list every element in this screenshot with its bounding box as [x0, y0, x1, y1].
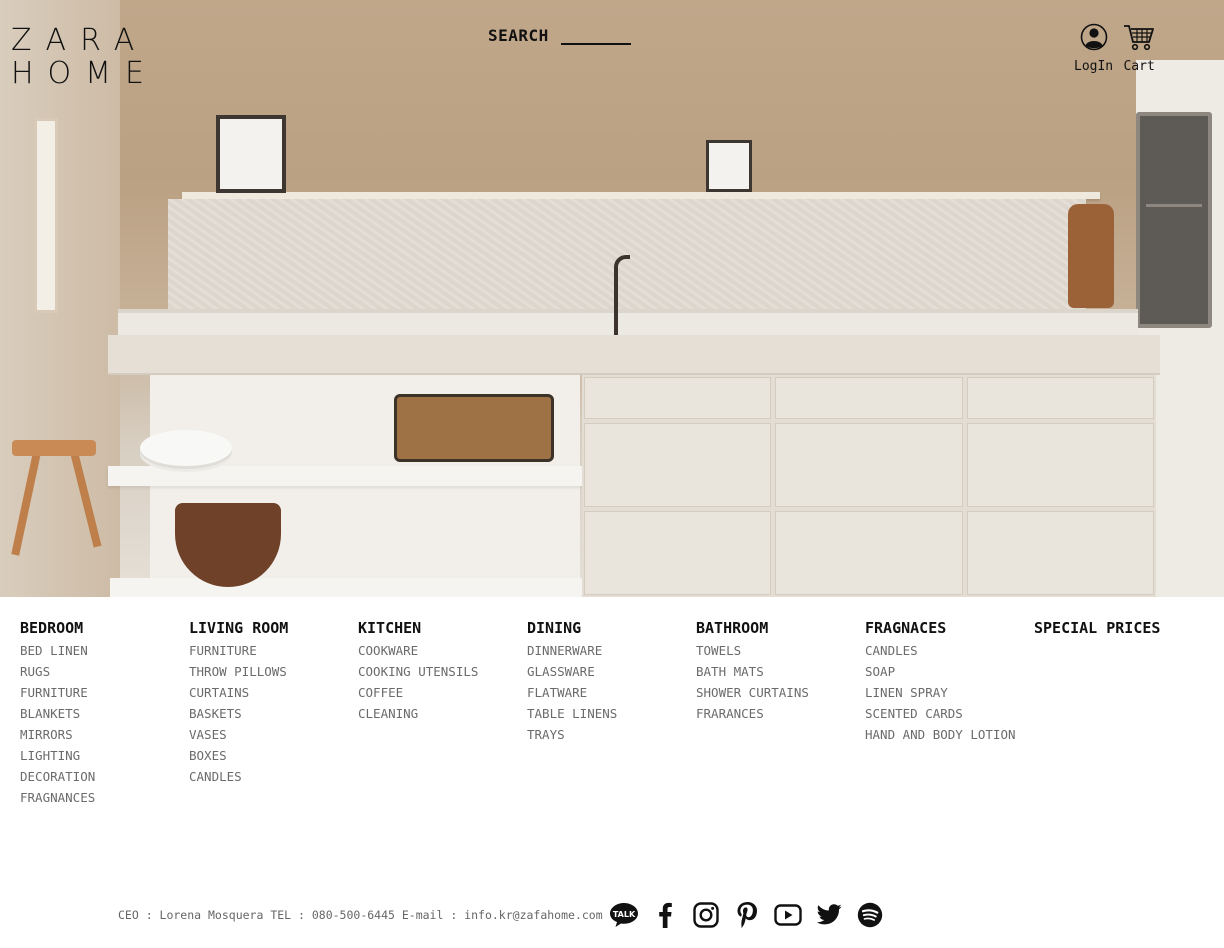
menu-category-title[interactable]: FRAGNACES: [865, 618, 1034, 638]
menu-category-title[interactable]: KITCHEN: [358, 618, 527, 638]
menu-subcategory-link[interactable]: DECORATION: [20, 766, 189, 787]
menu-subcategory-link[interactable]: THROW PILLOWS: [189, 661, 358, 682]
menu-column: LIVING ROOM FURNITURE THROW PILLOWS CURTAIN…: [189, 618, 358, 808]
menu-column: DINING DINNERWARE GLASSWARE FLATWARE TABLE L…: [527, 618, 696, 808]
menu-subcategory-link[interactable]: TOWELS: [696, 640, 865, 661]
logo-line-2: HOME: [11, 56, 159, 91]
logo-line-1: ZARA: [11, 23, 149, 58]
cart-icon: [1123, 22, 1155, 56]
menu-subcategory-link[interactable]: RUGS: [20, 661, 189, 682]
footer: CEO : Lorena Mosquera TEL : 080-500-6445…: [118, 900, 885, 930]
pinterest-icon[interactable]: [732, 900, 762, 930]
menu-subcategory-link[interactable]: SOAP: [865, 661, 1034, 682]
category-menu: BEDROOM BED LINEN RUGS FURNITURE BLANKETS MIR…: [20, 618, 1203, 808]
menu-subcategory-link[interactable]: COFFEE: [358, 682, 527, 703]
hero-cabinet-doors: [582, 375, 1156, 597]
kakaotalk-icon[interactable]: TALK: [609, 900, 639, 930]
menu-subcategory-link[interactable]: CANDLES: [865, 640, 1034, 661]
menu-subcategory-link[interactable]: CURTAINS: [189, 682, 358, 703]
menu-column: BEDROOM BED LINEN RUGS FURNITURE BLANKETS MIR…: [20, 618, 189, 808]
menu-column: FRAGNACES CANDLES SOAP LINEN SPRAY SCENTED C…: [865, 618, 1034, 808]
menu-subcategory-link[interactable]: LIGHTING: [20, 745, 189, 766]
menu-subcategory-link[interactable]: SCENTED CARDS: [865, 703, 1034, 724]
menu-subcategory-link[interactable]: FLATWARE: [527, 682, 696, 703]
cart-label: Cart: [1123, 59, 1155, 74]
menu-subcategory-link[interactable]: FRAGNANCES: [20, 787, 189, 808]
social-links: TALK: [609, 900, 885, 930]
search-label: SEARCH: [488, 26, 549, 45]
menu-subcategory-link[interactable]: LINEN SPRAY: [865, 682, 1034, 703]
svg-text:TALK: TALK: [612, 910, 635, 919]
user-icon: [1080, 22, 1108, 56]
menu-category-title[interactable]: DINING: [527, 618, 696, 638]
menu-subcategory-link[interactable]: CLEANING: [358, 703, 527, 724]
menu-subcategory-link[interactable]: TABLE LINENS: [527, 703, 696, 724]
menu-column: KITCHEN COOKWARE COOKING UTENSILS COFFEE CLE…: [358, 618, 527, 808]
menu-subcategory-link[interactable]: DINNERWARE: [527, 640, 696, 661]
menu-column: BATHROOM TOWELS BATH MATS SHOWER CURTAINS FR…: [696, 618, 865, 808]
menu-subcategory-link[interactable]: FRARANCES: [696, 703, 865, 724]
youtube-icon[interactable]: [773, 900, 803, 930]
cart-button[interactable]: Cart: [1123, 22, 1155, 74]
hero-island-top: [108, 335, 1160, 375]
footer-contact-info: CEO : Lorena Mosquera TEL : 080-500-6445…: [118, 908, 603, 922]
menu-category-title[interactable]: LIVING ROOM: [189, 618, 358, 638]
menu-subcategory-link[interactable]: COOKWARE: [358, 640, 527, 661]
menu-subcategory-link[interactable]: TRAYS: [527, 724, 696, 745]
login-button[interactable]: LogIn: [1074, 22, 1113, 74]
menu-category-title[interactable]: SPECIAL PRICES: [1034, 618, 1203, 638]
hero-cutting-board: [394, 394, 554, 462]
hero-oven: [1136, 112, 1212, 328]
menu-subcategory-link[interactable]: COOKING UTENSILS: [358, 661, 527, 682]
menu-subcategory-link[interactable]: BATH MATS: [696, 661, 865, 682]
menu-subcategory-link[interactable]: FURNITURE: [20, 682, 189, 703]
menu-subcategory-link[interactable]: GLASSWARE: [527, 661, 696, 682]
menu-subcategory-link[interactable]: BOXES: [189, 745, 358, 766]
search-bar: SEARCH: [488, 25, 631, 45]
menu-subcategory-link[interactable]: FURNITURE: [189, 640, 358, 661]
header-actions: LogIn Cart: [1074, 22, 1155, 74]
hero-cutting-board: [1068, 204, 1114, 308]
menu-category-title[interactable]: BATHROOM: [696, 618, 865, 638]
hero-frame: [706, 140, 752, 192]
menu-column: SPECIAL PRICES: [1034, 618, 1203, 808]
hero-island-base: [110, 578, 582, 597]
menu-subcategory-link[interactable]: BASKETS: [189, 703, 358, 724]
menu-subcategory-link[interactable]: MIRRORS: [20, 724, 189, 745]
brand-logo[interactable]: ZARA HOME: [11, 24, 156, 90]
login-label: LogIn: [1074, 59, 1114, 74]
hero-stool: [11, 440, 102, 556]
menu-subcategory-link[interactable]: CANDLES: [189, 766, 358, 787]
hero-window: [34, 118, 58, 313]
hero-island-shelf: [108, 466, 582, 486]
menu-subcategory-link[interactable]: BED LINEN: [20, 640, 189, 661]
spotify-icon[interactable]: [855, 900, 885, 930]
hero-frame: [216, 115, 286, 193]
menu-category-title[interactable]: BEDROOM: [20, 618, 189, 638]
menu-subcategory-link[interactable]: HAND AND BODY LOTION: [865, 724, 1034, 745]
twitter-icon[interactable]: [814, 900, 844, 930]
instagram-icon[interactable]: [691, 900, 721, 930]
search-input[interactable]: [560, 25, 631, 45]
menu-subcategory-link[interactable]: BLANKETS: [20, 703, 189, 724]
hero-shelf: [182, 192, 1100, 199]
facebook-icon[interactable]: [650, 900, 680, 930]
hero-image: [0, 0, 1224, 597]
menu-subcategory-link[interactable]: SHOWER CURTAINS: [696, 682, 865, 703]
hero-plates: [140, 430, 232, 466]
menu-subcategory-link[interactable]: VASES: [189, 724, 358, 745]
